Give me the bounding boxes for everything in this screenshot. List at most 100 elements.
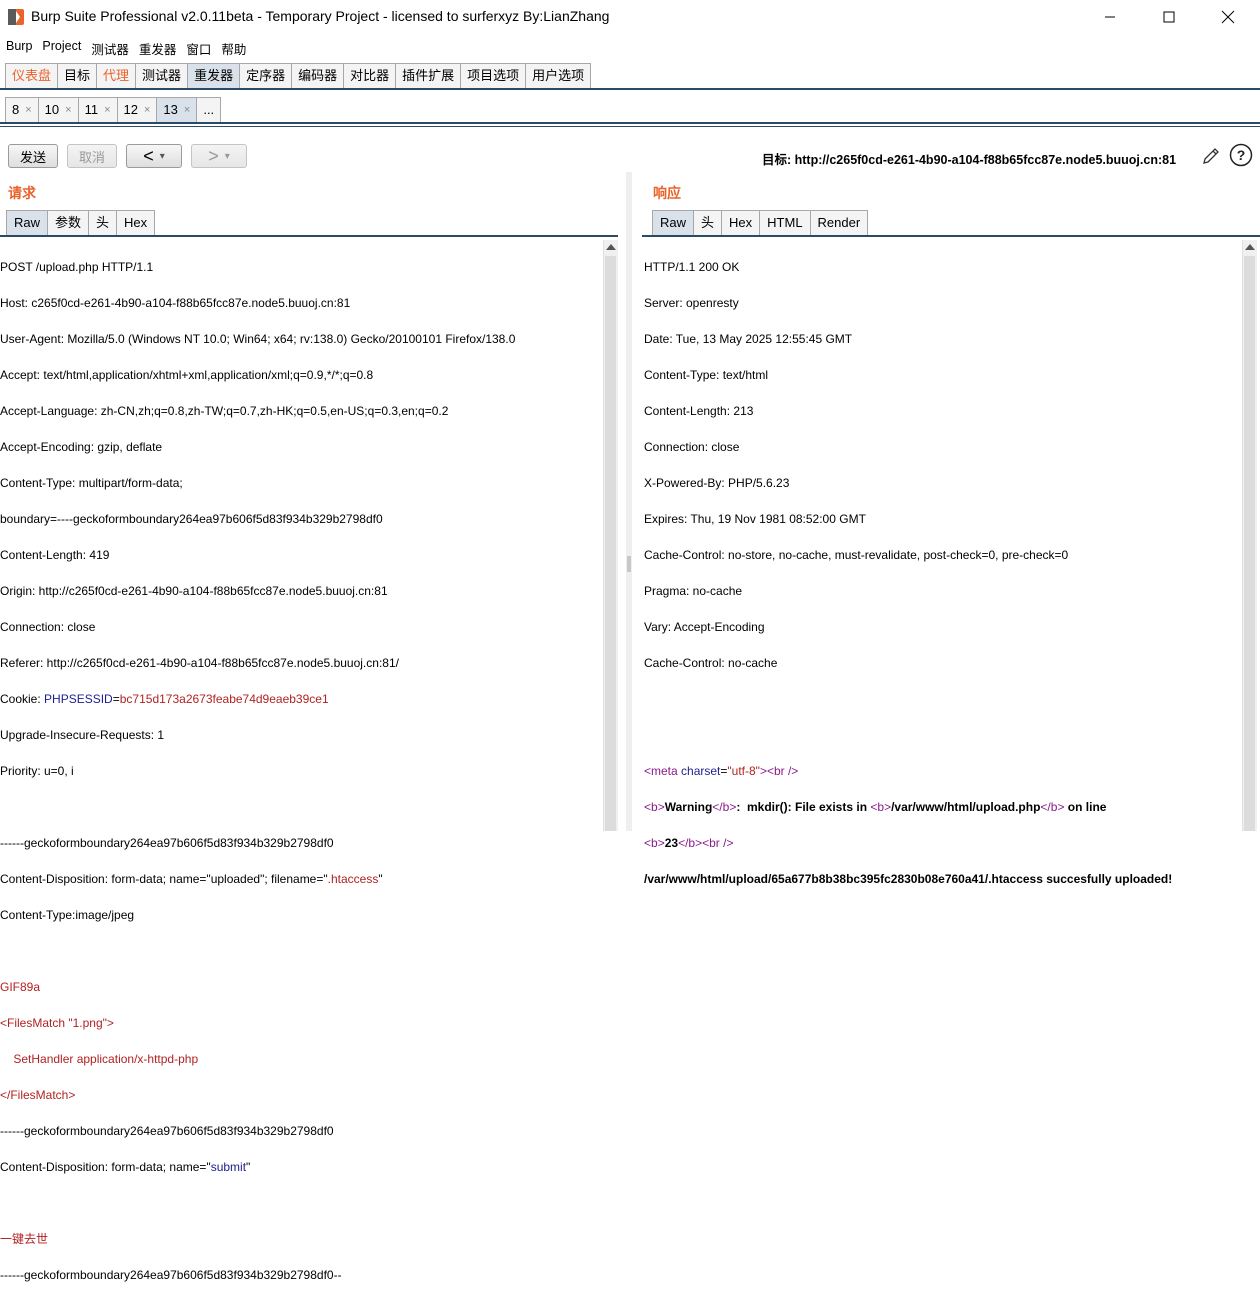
gt-lt: >< <box>759 764 774 778</box>
burp-logo-icon <box>8 9 24 25</box>
code-line: SetHandler application/x-httpd-php <box>0 1052 199 1066</box>
b-tag: b <box>651 800 658 814</box>
response-tab-hex[interactable]: Hex <box>721 210 760 236</box>
response-tab-render[interactable]: Render <box>809 210 869 236</box>
scroll-thumb[interactable] <box>605 256 616 831</box>
code-line-filename: Content-Disposition: form-data; name="up… <box>0 870 600 888</box>
maximize-button[interactable] <box>1139 0 1199 34</box>
scroll-thumb[interactable] <box>1244 256 1255 831</box>
repeater-tab-active[interactable]: 13 × <box>156 97 197 123</box>
title-bar: Burp Suite Professional v2.0.11beta - Te… <box>0 0 1260 34</box>
response-view-tabs: Raw 头 Hex HTML Render <box>652 210 869 236</box>
scroll-up-icon[interactable] <box>1245 244 1255 250</box>
code-line-cookie: Cookie: PHPSESSID=bc715d173a2673feabe74d… <box>0 690 600 708</box>
close-tab-icon[interactable]: × <box>65 98 71 122</box>
scroll-up-icon[interactable] <box>606 244 616 250</box>
response-tab-headers[interactable]: 头 <box>693 210 722 236</box>
repeater-tab-label: 10 <box>44 102 60 117</box>
menu-burp[interactable]: Burp <box>0 36 36 58</box>
response-tab-raw[interactable]: Raw <box>652 210 694 236</box>
gt: > <box>657 800 665 814</box>
code-line: GIF89a <box>0 980 41 994</box>
gt: > <box>657 836 665 850</box>
lt: < <box>644 836 652 850</box>
repeater-tab-label: 13 <box>163 102 178 117</box>
tab-extender[interactable]: 插件扩展 <box>395 63 461 89</box>
quote: " <box>246 1160 251 1174</box>
tab-sequencer[interactable]: 定序器 <box>239 63 292 89</box>
repeater-tab-bar: 8 × 10 × 11 × 12 × 13 × ... <box>5 97 222 123</box>
close-tab-icon[interactable]: × <box>184 98 190 122</box>
tab-proxy[interactable]: 代理 <box>96 63 136 89</box>
tab-project-options[interactable]: 项目选项 <box>460 63 526 89</box>
tab-user-options[interactable]: 用户选项 <box>525 63 592 89</box>
request-editor[interactable]: POST /upload.php HTTP/1.1 Host: c265f0cd… <box>0 240 600 1302</box>
splitter-handle[interactable] <box>627 556 631 572</box>
code-line: Content-Length: 213 <box>644 404 754 418</box>
tab-decoder[interactable]: 编码器 <box>291 63 344 89</box>
close-tab-icon[interactable]: × <box>144 98 150 122</box>
tab-intruder[interactable]: 测试器 <box>135 63 188 89</box>
repeater-tab[interactable]: 11 × <box>77 97 117 123</box>
warning-rest: : mkdir(): File exists in <box>736 800 871 814</box>
code-line: Date: Tue, 13 May 2025 12:55:45 GMT <box>644 332 853 346</box>
menu-intruder[interactable]: 测试器 <box>85 36 133 58</box>
tab-target[interactable]: 目标 <box>57 63 97 89</box>
send-button[interactable]: 发送 <box>8 144 58 168</box>
minimize-icon <box>1105 16 1115 18</box>
code-line: Server: openresty <box>644 296 739 310</box>
tab-dashboard[interactable]: 仪表盘 <box>5 63 58 89</box>
request-tab-params[interactable]: 参数 <box>47 210 89 236</box>
tab-comparer[interactable]: 对比器 <box>343 63 396 89</box>
code-line-submit: Content-Disposition: form-data; name="su… <box>0 1158 600 1176</box>
close-lt: </ <box>712 800 723 814</box>
response-tab-underline <box>642 235 1260 237</box>
tab-repeater[interactable]: 重发器 <box>187 63 240 89</box>
repeater-tab-label: 11 <box>84 102 99 117</box>
repeater-tab[interactable]: 12 × <box>116 97 157 123</box>
menu-repeater[interactable]: 重发器 <box>133 36 181 58</box>
code-line: </FilesMatch> <box>0 1088 76 1102</box>
back-button[interactable]: < ▾ <box>126 144 182 168</box>
submit-name-value: submit <box>210 1160 247 1174</box>
code-line: Priority: u=0, i <box>0 764 74 778</box>
minimize-button[interactable] <box>1080 0 1140 34</box>
repeater-tab[interactable]: 10 × <box>37 97 78 123</box>
menu-project[interactable]: Project <box>36 36 85 58</box>
menu-help[interactable]: 帮助 <box>215 36 250 58</box>
request-tab-raw[interactable]: Raw <box>6 210 48 236</box>
pencil-icon[interactable] <box>1200 145 1222 167</box>
code-line: Host: c265f0cd-e261-4b90-a104-f88b65fcc8… <box>0 296 351 310</box>
response-viewer[interactable]: HTTP/1.1 200 OK Server: openresty Date: … <box>644 240 1240 906</box>
b-tag: b <box>688 836 696 850</box>
menu-window[interactable]: 窗口 <box>180 36 215 58</box>
request-scrollbar[interactable] <box>603 240 618 831</box>
forward-button[interactable]: > ▾ <box>191 144 247 168</box>
close-tab-icon[interactable]: × <box>104 98 110 122</box>
repeater-tab[interactable]: 8 × <box>5 97 38 123</box>
code-line: User-Agent: Mozilla/5.0 (Windows NT 10.0… <box>0 332 516 346</box>
code-line: HTTP/1.1 200 OK <box>644 260 740 274</box>
warning-text: Warning <box>664 800 713 814</box>
request-tab-hex[interactable]: Hex <box>116 210 156 236</box>
menu-bar: Burp Project 测试器 重发器 窗口 帮助 <box>0 36 1260 58</box>
pane-splitter[interactable] <box>626 172 632 831</box>
close-lt: </ <box>1040 800 1051 814</box>
code-line-warning: <b>Warning</b>: mkdir(): File exists in … <box>644 798 1240 816</box>
response-tab-html[interactable]: HTML <box>759 210 810 236</box>
close-tab-icon[interactable]: × <box>25 98 31 122</box>
new-tab-button[interactable]: ... <box>196 97 222 123</box>
meta-attr: charset <box>677 764 721 778</box>
disposition-text: Content-Disposition: form-data; name=" <box>0 1160 211 1174</box>
response-scrollbar[interactable] <box>1242 240 1257 831</box>
cancel-button[interactable]: 取消 <box>67 144 117 168</box>
close-window-button[interactable] <box>1198 0 1258 34</box>
help-icon[interactable]: ? <box>1229 143 1253 167</box>
repeater-tab-label: 8 <box>12 102 20 117</box>
request-tab-headers[interactable]: 头 <box>88 210 117 236</box>
code-line: Origin: http://c265f0cd-e261-4b90-a104-f… <box>0 584 388 598</box>
filename-value: .htaccess <box>327 872 379 886</box>
code-line: ------geckoformboundary264ea97b606f5d83f… <box>0 1268 342 1282</box>
